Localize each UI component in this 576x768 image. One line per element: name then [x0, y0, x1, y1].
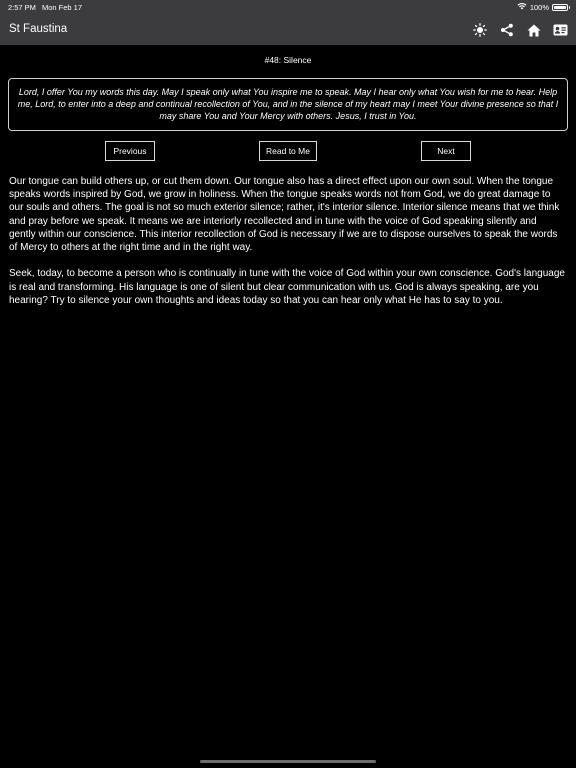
prayer-box: Lord, I offer You my words this day. May… [8, 78, 568, 131]
next-button[interactable]: Next [421, 141, 471, 161]
home-icon[interactable] [524, 21, 543, 39]
battery-icon [552, 3, 570, 11]
battery-percent: 100% [529, 2, 549, 12]
previous-button[interactable]: Previous [105, 141, 155, 161]
status-time: 2:57 PM [8, 3, 36, 12]
status-bar: 2:57 PM Mon Feb 17 100% [0, 0, 576, 14]
brightness-icon[interactable] [470, 21, 489, 39]
reflection-body: Our tongue can build others up, or cut t… [9, 175, 565, 320]
read-to-me-button[interactable]: Read to Me [259, 141, 317, 161]
status-right: 100% [517, 2, 570, 12]
prayer-text: Lord, I offer You my words this day. May… [17, 87, 559, 122]
reflection-paragraph: Our tongue can build others up, or cut t… [9, 176, 560, 254]
share-icon[interactable] [497, 21, 516, 39]
contact-card-icon[interactable] [551, 21, 570, 39]
wifi-icon [517, 2, 527, 12]
home-indicator[interactable] [200, 760, 376, 763]
navigation-bar: St Faustina [0, 14, 576, 45]
battery-level [554, 5, 566, 9]
app-title: St Faustina [9, 23, 68, 35]
nav-icons [470, 21, 570, 39]
reflection-paragraph: Seek, today, to become a person who is c… [9, 268, 565, 306]
status-date: Mon Feb 17 [42, 3, 83, 12]
page-title: #48: Silence [264, 55, 312, 65]
